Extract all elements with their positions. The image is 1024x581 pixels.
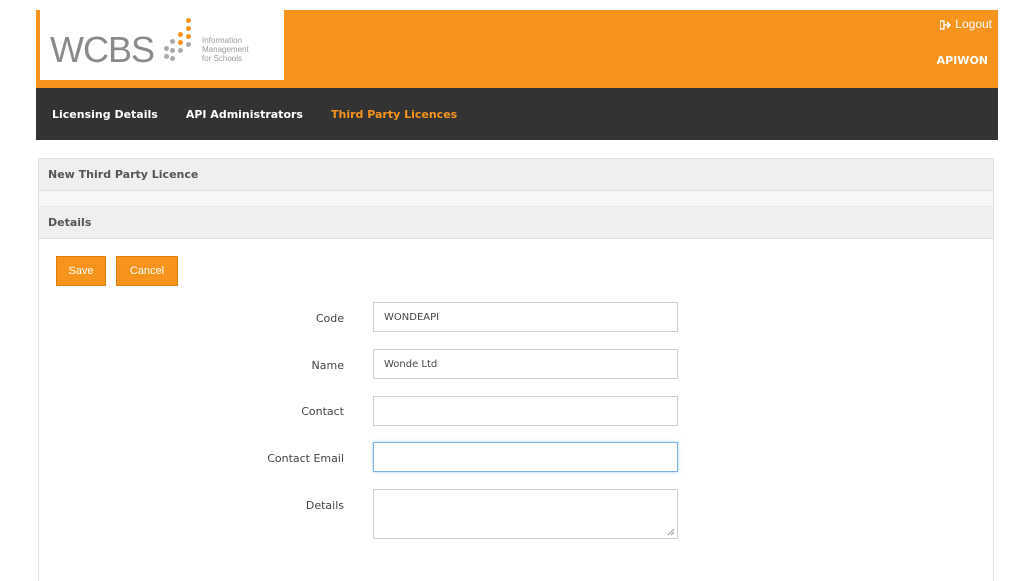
contact-email-field[interactable] [373, 442, 678, 472]
main-nav: Licensing Details API Administrators Thi… [36, 88, 998, 140]
name-label: Name [311, 359, 344, 372]
save-button[interactable]: Save [56, 256, 106, 286]
section-title: Details [39, 207, 993, 239]
current-username: APIWON [936, 54, 988, 67]
panel-spacer [39, 191, 993, 207]
resize-grip-icon[interactable] [667, 528, 675, 536]
nav-item-licensing-details[interactable]: Licensing Details [52, 108, 158, 121]
name-field[interactable] [373, 349, 678, 379]
header-bar: WCBS Information Management for Schools [36, 10, 998, 88]
logo-tagline-line: for Schools [202, 54, 243, 63]
details-textarea[interactable] [373, 489, 678, 539]
content-panel: New Third Party Licence Details Save Can… [38, 158, 994, 581]
code-label: Code [315, 312, 344, 325]
page: WCBS Information Management for Schools [0, 0, 1024, 581]
logo-tagline: Information Management for Schools [202, 36, 282, 63]
contact-email-label: Contact Email [267, 452, 344, 465]
logout-label: Logout [955, 17, 992, 31]
details-label: Details [305, 499, 344, 512]
logo-tagline-line: Management [202, 45, 249, 54]
nav-item-third-party-licences[interactable]: Third Party Licences [331, 108, 457, 121]
contact-field[interactable] [373, 396, 678, 426]
logo-wordmark: WCBS [50, 29, 155, 70]
cancel-button[interactable]: Cancel [116, 256, 178, 286]
logo-dots-icon [164, 18, 194, 64]
nav-item-api-administrators[interactable]: API Administrators [186, 108, 303, 121]
sign-out-icon [939, 19, 952, 30]
contact-label: Contact [301, 405, 344, 418]
logo-tagline-line: Information [202, 36, 243, 45]
code-field[interactable] [373, 302, 678, 332]
page-title: New Third Party Licence [39, 159, 993, 191]
wcbs-logo: WCBS Information Management for Schools [40, 10, 284, 80]
logout-link[interactable]: Logout [939, 17, 992, 31]
